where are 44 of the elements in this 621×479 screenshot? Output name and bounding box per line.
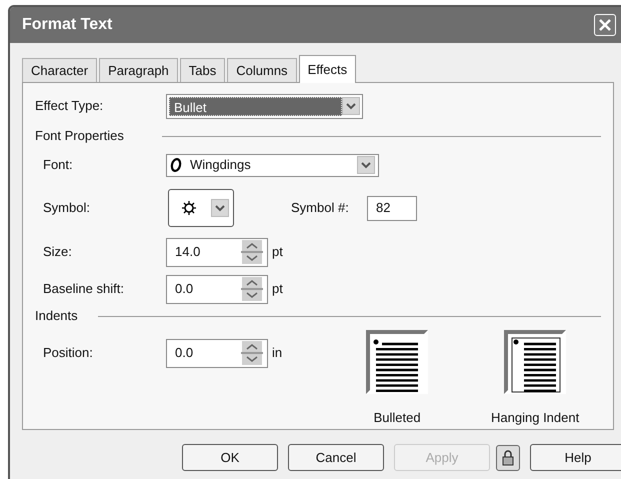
size-spinbox[interactable]: 14.0: [166, 238, 268, 266]
tab[interactable]: Columns: [227, 58, 297, 82]
field-label: Font:: [43, 156, 74, 174]
layout-option-label[interactable]: Hanging Indent: [491, 408, 580, 428]
hanging-indent-icon[interactable]: [504, 330, 566, 394]
layout-option-label[interactable]: Bulleted: [374, 408, 421, 428]
dialog-button[interactable]: Help: [530, 444, 621, 471]
field-label: Symbol:: [43, 199, 91, 218]
close-button[interactable]: [594, 14, 616, 36]
spinner-arrows-icon[interactable]: [241, 277, 263, 301]
caret-icon[interactable]: [357, 156, 375, 174]
lock-icon: [502, 450, 514, 466]
window-title: Format Text: [22, 15, 112, 35]
field-label: Baseline shift:: [43, 280, 125, 298]
dialog-button[interactable]: OK: [182, 444, 278, 471]
spinner-arrows-icon[interactable]: [241, 341, 263, 365]
tab[interactable]: Character: [22, 58, 98, 82]
font-dropdown[interactable]: Wingdings: [166, 154, 379, 176]
font-type-icon: [170, 157, 182, 173]
field-label: Effect Type:: [35, 97, 104, 116]
symbol-number-field[interactable]: 82: [367, 196, 417, 220]
dialog-button[interactable]: Cancel: [288, 444, 384, 471]
caret-icon[interactable]: [342, 97, 360, 115]
tab[interactable]: Effects: [298, 55, 356, 83]
baseline-shift-spinbox[interactable]: 0.0: [166, 274, 268, 304]
tab[interactable]: Tabs: [180, 58, 226, 82]
section-heading: Font Properties: [35, 127, 124, 146]
tab[interactable]: Paragraph: [99, 58, 178, 82]
unit-label: pt: [272, 280, 283, 298]
spinner-arrows-icon[interactable]: [241, 240, 263, 264]
unit-label: pt: [272, 243, 283, 262]
section-heading: Indents: [35, 307, 78, 326]
unit-label: in: [272, 344, 282, 362]
symbol-picker[interactable]: [168, 189, 234, 227]
field-label: Position:: [43, 344, 94, 362]
field-label: Size:: [43, 243, 73, 262]
caret-icon[interactable]: [211, 199, 229, 217]
sun-symbol-icon: [181, 200, 197, 216]
effect-type-dropdown[interactable]: Bullet: [166, 94, 363, 118]
position-spinbox[interactable]: 0.0: [166, 338, 268, 368]
lock-button[interactable]: [496, 444, 520, 470]
bulleted-list-icon[interactable]: [366, 330, 428, 394]
field-label: Symbol #:: [291, 199, 350, 218]
close-icon: [598, 18, 612, 32]
